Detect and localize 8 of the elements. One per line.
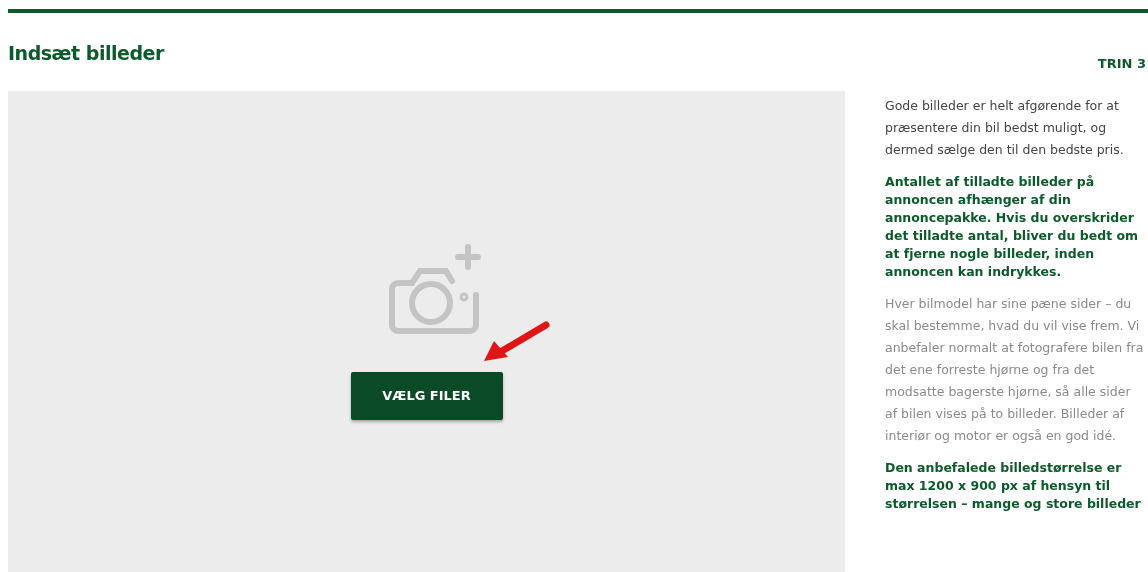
info-paragraph: Hver bilmodel har sine pæne sider – du skal bestemme, hvad du vil vise frem. Vi anbefaler normalt at fotografere bilen fra det ene forreste hjørne og fra det modsatte bagerste hjørne, så alle sider af bilen vises på to billeder. Billeder af interiør og motor er også en god idé. (885, 295, 1145, 445)
page-title: Indsæt billeder (8, 40, 164, 66)
info-paragraph: Gode billeder er helt afgørende for at præsentere din bil bedst muligt, og dermed sælge den til den bedste pris. (885, 97, 1125, 159)
step-label: TRIN 3 (1097, 54, 1146, 73)
notice-paragraph: Antallet af tilladte billeder på annoncen afhænger af din annoncepakke. Hvis du overskrider det tilladte antal, bliver du bedt om at fjerne nogle billeder, inden annoncen kan indrykkes. (885, 173, 1140, 281)
notice-paragraph: Den anbefalede billedstørrelse er max 1200 x 900 px af hensyn til størrelsen – mange og store billeder (885, 459, 1142, 513)
choose-files-button[interactable]: VÆLG FILER (350, 372, 503, 420)
upload-area[interactable]: VÆLG FILER (8, 91, 845, 572)
